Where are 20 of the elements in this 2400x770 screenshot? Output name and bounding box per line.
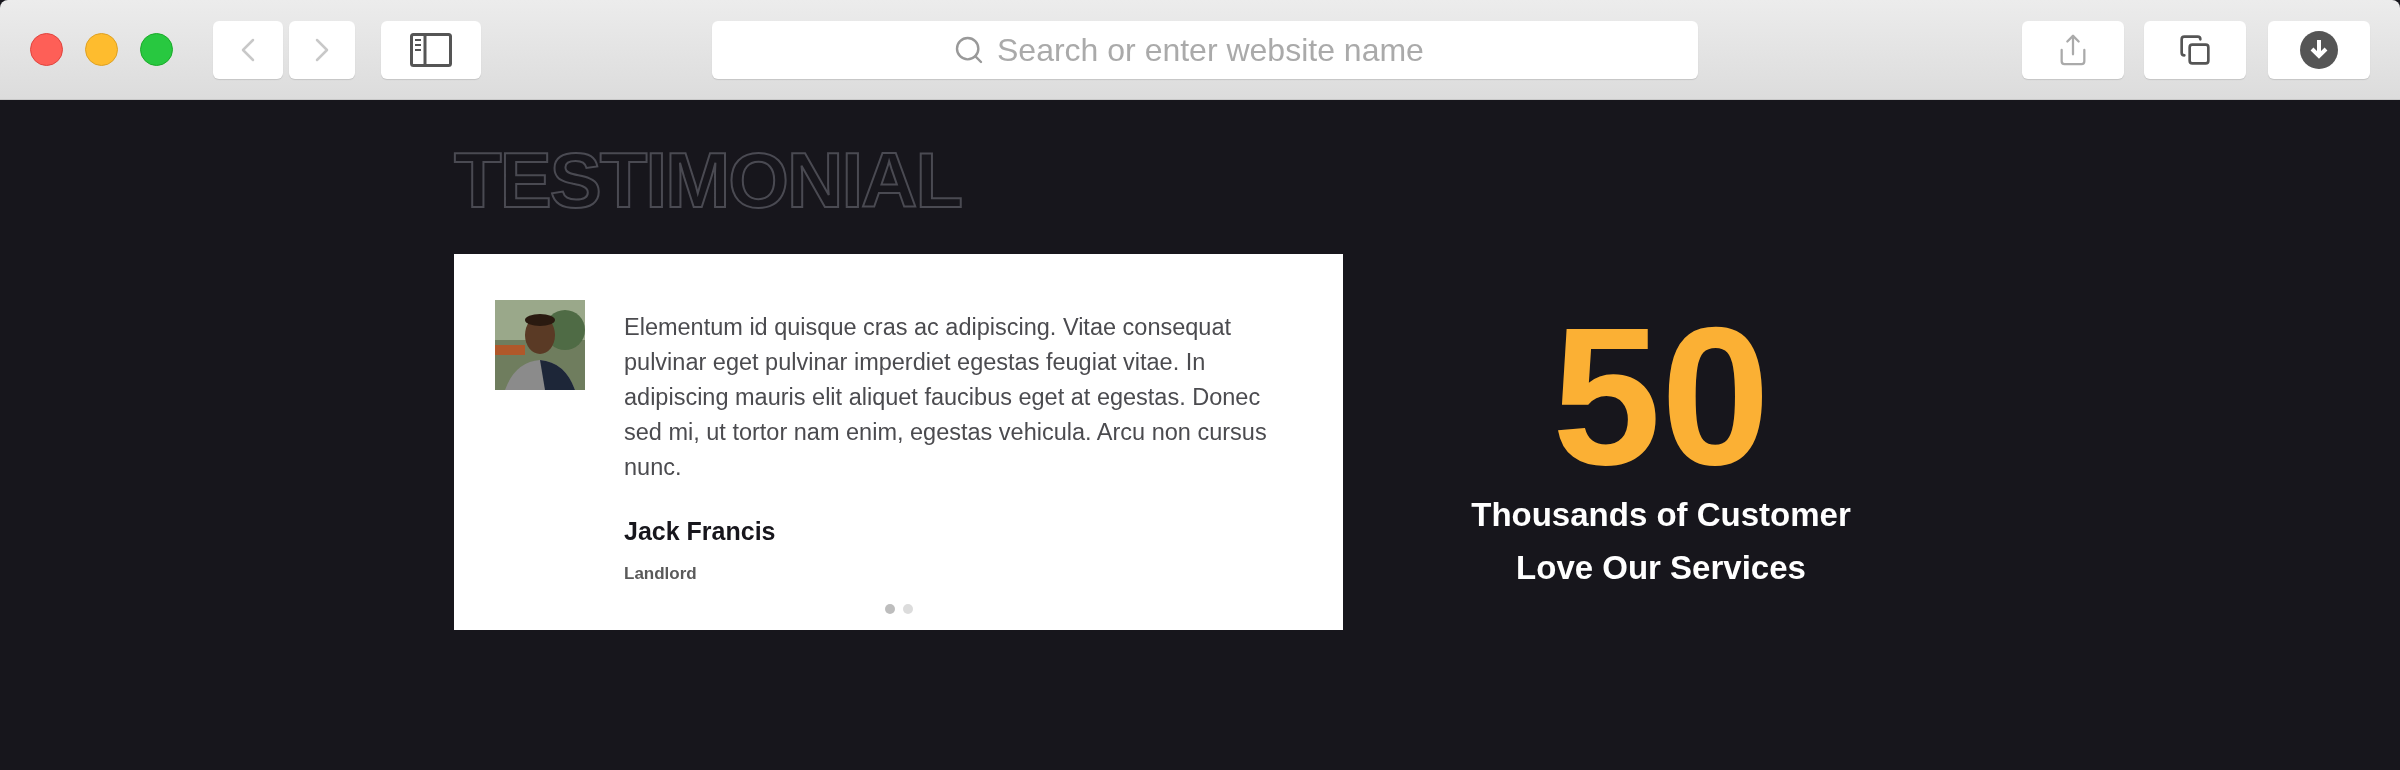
author-role: Landlord <box>624 562 697 585</box>
forward-button[interactable] <box>289 20 355 79</box>
zoom-button[interactable] <box>140 33 173 66</box>
sidebar-icon <box>410 32 452 67</box>
address-bar[interactable]: Search or enter website name <box>712 20 1698 79</box>
sidebar-button[interactable] <box>381 20 481 79</box>
stat-caption: Thousands of Customer <box>1471 495 1851 535</box>
share-button[interactable] <box>2022 20 2124 79</box>
minimize-button[interactable] <box>85 33 118 66</box>
search-field[interactable]: Search or enter website name <box>997 25 1457 74</box>
stat-number: 50 <box>1552 322 1770 472</box>
close-button[interactable] <box>30 33 63 66</box>
back-button[interactable] <box>213 20 283 79</box>
tabs-button[interactable] <box>2144 20 2246 79</box>
tabs-icon <box>2179 33 2211 66</box>
stat-caption: Love Our Services <box>1516 548 1806 588</box>
author-name: Jack Francis <box>624 516 776 547</box>
download-icon <box>2300 30 2338 69</box>
testimonial-quote: Elementum id quisque cras ac adipiscing. Vitae consequat pulvinar eget pulvinar imperdiet egestas feugiat vitae. In adipiscing mauris elit aliquet faucibus eget at egestas. Donec sed mi, ut tortor nam enim, egestas vehicula. Arcu non cursus nunc. <box>624 313 1268 482</box>
downloads-button[interactable] <box>2268 20 2370 79</box>
